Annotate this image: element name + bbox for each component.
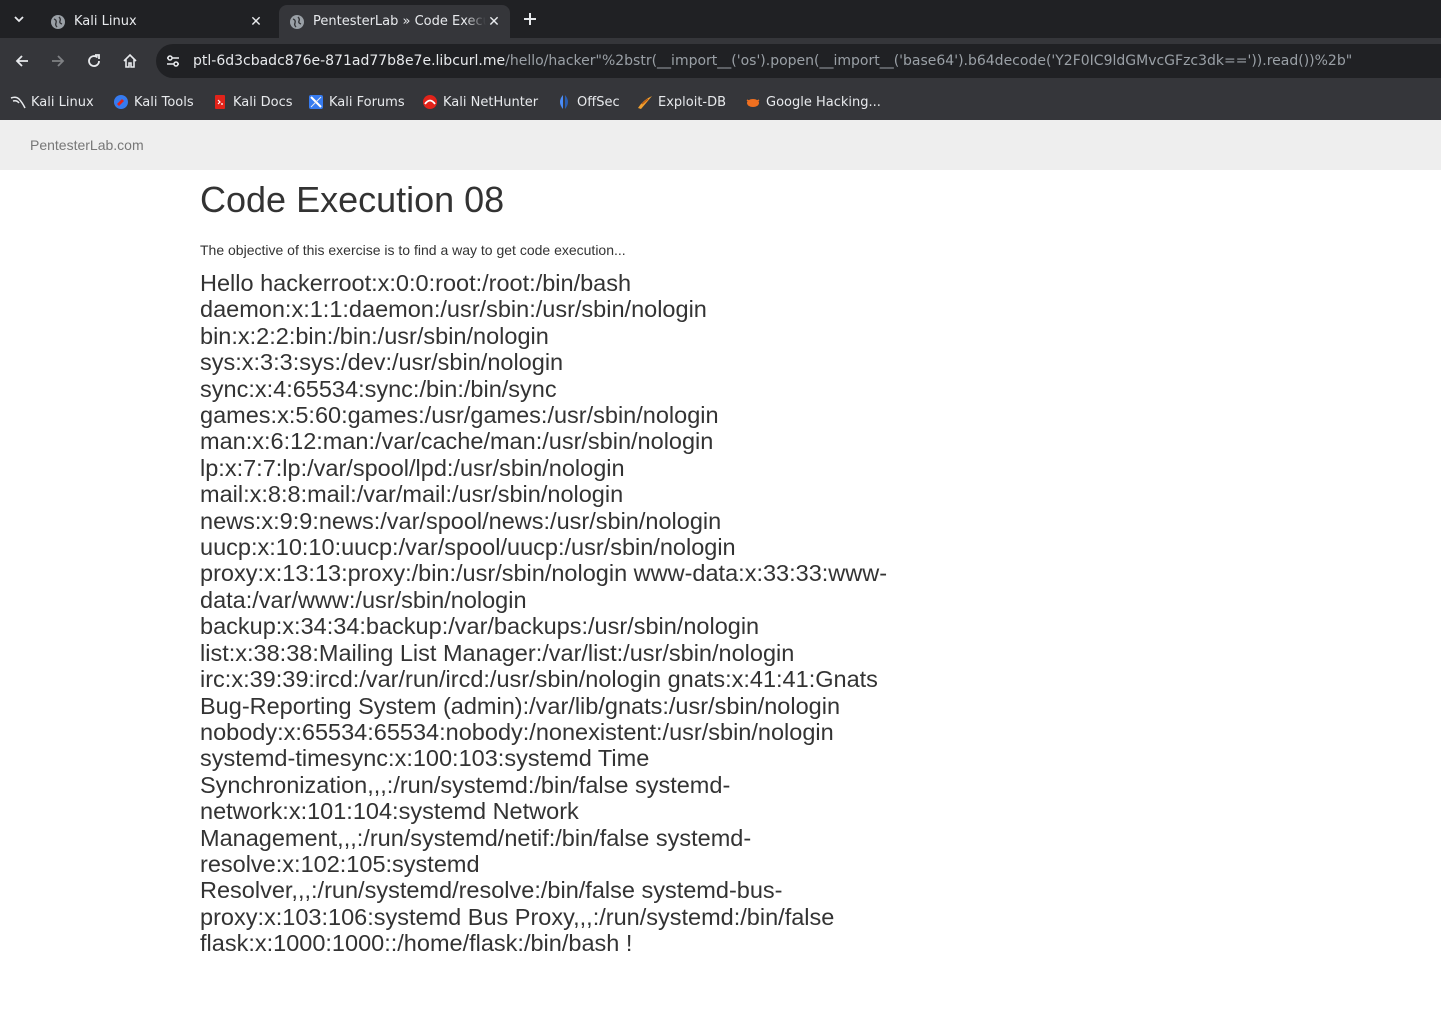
plus-icon bbox=[524, 13, 536, 25]
command-output: Hello hackerroot:x:0:0:root:/root:/bin/b… bbox=[200, 270, 888, 957]
exploit-db-icon bbox=[637, 94, 653, 110]
bookmark-kali-linux[interactable]: Kali Linux bbox=[10, 90, 94, 114]
offsec-icon bbox=[556, 94, 572, 110]
url-text[interactable]: ptl-6d3cbadc876e-871ad77b8e7e.libcurl.me… bbox=[193, 44, 1433, 78]
new-tab-button[interactable] bbox=[519, 8, 541, 30]
globe-icon bbox=[50, 14, 66, 30]
url-path: /hello/hacker"%2bstr(__import__('os').po… bbox=[505, 53, 1353, 69]
bookmark-label: Exploit-DB bbox=[658, 94, 727, 110]
bookmark-kali-forums[interactable]: Kali Forums bbox=[308, 90, 405, 114]
brand-link[interactable]: PentesterLab.com bbox=[30, 120, 144, 170]
bookmark-google-hacking[interactable]: Google Hacking... bbox=[745, 90, 881, 114]
bookmark-label: Kali Docs bbox=[233, 94, 293, 110]
chevron-down-icon bbox=[14, 16, 24, 23]
bookmark-kali-tools[interactable]: Kali Tools bbox=[113, 90, 194, 114]
bookmark-label: Kali Tools bbox=[134, 94, 194, 110]
kali-docs-icon bbox=[212, 94, 228, 110]
kali-tools-icon bbox=[113, 94, 129, 110]
back-button[interactable] bbox=[10, 49, 34, 73]
bookmark-kali-docs[interactable]: Kali Docs bbox=[212, 90, 293, 114]
forward-button[interactable] bbox=[46, 49, 70, 73]
kali-forums-icon bbox=[308, 94, 324, 110]
tune-icon bbox=[167, 55, 179, 67]
reload-icon bbox=[88, 54, 100, 67]
site-info-button[interactable] bbox=[162, 50, 184, 72]
bookmarks-bar: Kali Linux Kali Tools Kali Docs Kali For… bbox=[0, 84, 1441, 120]
address-bar[interactable]: ptl-6d3cbadc876e-871ad77b8e7e.libcurl.me… bbox=[156, 44, 1441, 78]
main-content: Code Execution 08 The objective of this … bbox=[200, 170, 900, 957]
home-button[interactable] bbox=[118, 49, 142, 73]
reload-button[interactable] bbox=[82, 49, 106, 73]
tab-pentesterlab[interactable]: PentesterLab » Code Execution 08 ✕ bbox=[279, 5, 510, 38]
bookmark-label: Kali Linux bbox=[31, 94, 94, 110]
tab-search-button[interactable] bbox=[8, 8, 30, 30]
arrow-right-icon bbox=[52, 55, 65, 67]
bookmark-label: Kali Forums bbox=[329, 94, 405, 110]
exercise-objective: The objective of this exercise is to fin… bbox=[200, 242, 626, 258]
bookmark-offsec[interactable]: OffSec bbox=[556, 90, 620, 114]
page-title: Code Execution 08 bbox=[200, 179, 505, 220]
bookmark-label: Kali NetHunter bbox=[443, 94, 539, 110]
arrow-left-icon bbox=[15, 55, 28, 67]
bookmark-label: OffSec bbox=[577, 94, 620, 110]
close-tab-icon[interactable]: ✕ bbox=[248, 14, 264, 30]
bookmark-label: Google Hacking... bbox=[766, 94, 881, 110]
tab-kali-linux[interactable]: Kali Linux ✕ bbox=[40, 5, 272, 38]
tab-strip: Kali Linux ✕ PentesterLab » Code Executi… bbox=[0, 0, 1441, 38]
tab-title: Kali Linux bbox=[74, 14, 137, 29]
close-tab-icon[interactable]: ✕ bbox=[486, 14, 502, 30]
tab-title: PentesterLab » Code Execution 08 bbox=[313, 14, 486, 29]
bookmark-exploit-db[interactable]: Exploit-DB bbox=[637, 90, 726, 114]
kali-dragon-icon bbox=[10, 94, 26, 110]
url-host: ptl-6d3cbadc876e-871ad77b8e7e.libcurl.me bbox=[193, 53, 506, 69]
site-navbar: PentesterLab.com bbox=[0, 120, 1441, 170]
bookmark-kali-nethunter[interactable]: Kali NetHunter bbox=[422, 90, 538, 114]
browser-toolbar: ptl-6d3cbadc876e-871ad77b8e7e.libcurl.me… bbox=[0, 38, 1441, 84]
globe-icon bbox=[289, 14, 305, 30]
kali-nethunter-icon bbox=[422, 94, 438, 110]
home-icon bbox=[123, 53, 137, 68]
ghdb-icon bbox=[745, 94, 761, 110]
